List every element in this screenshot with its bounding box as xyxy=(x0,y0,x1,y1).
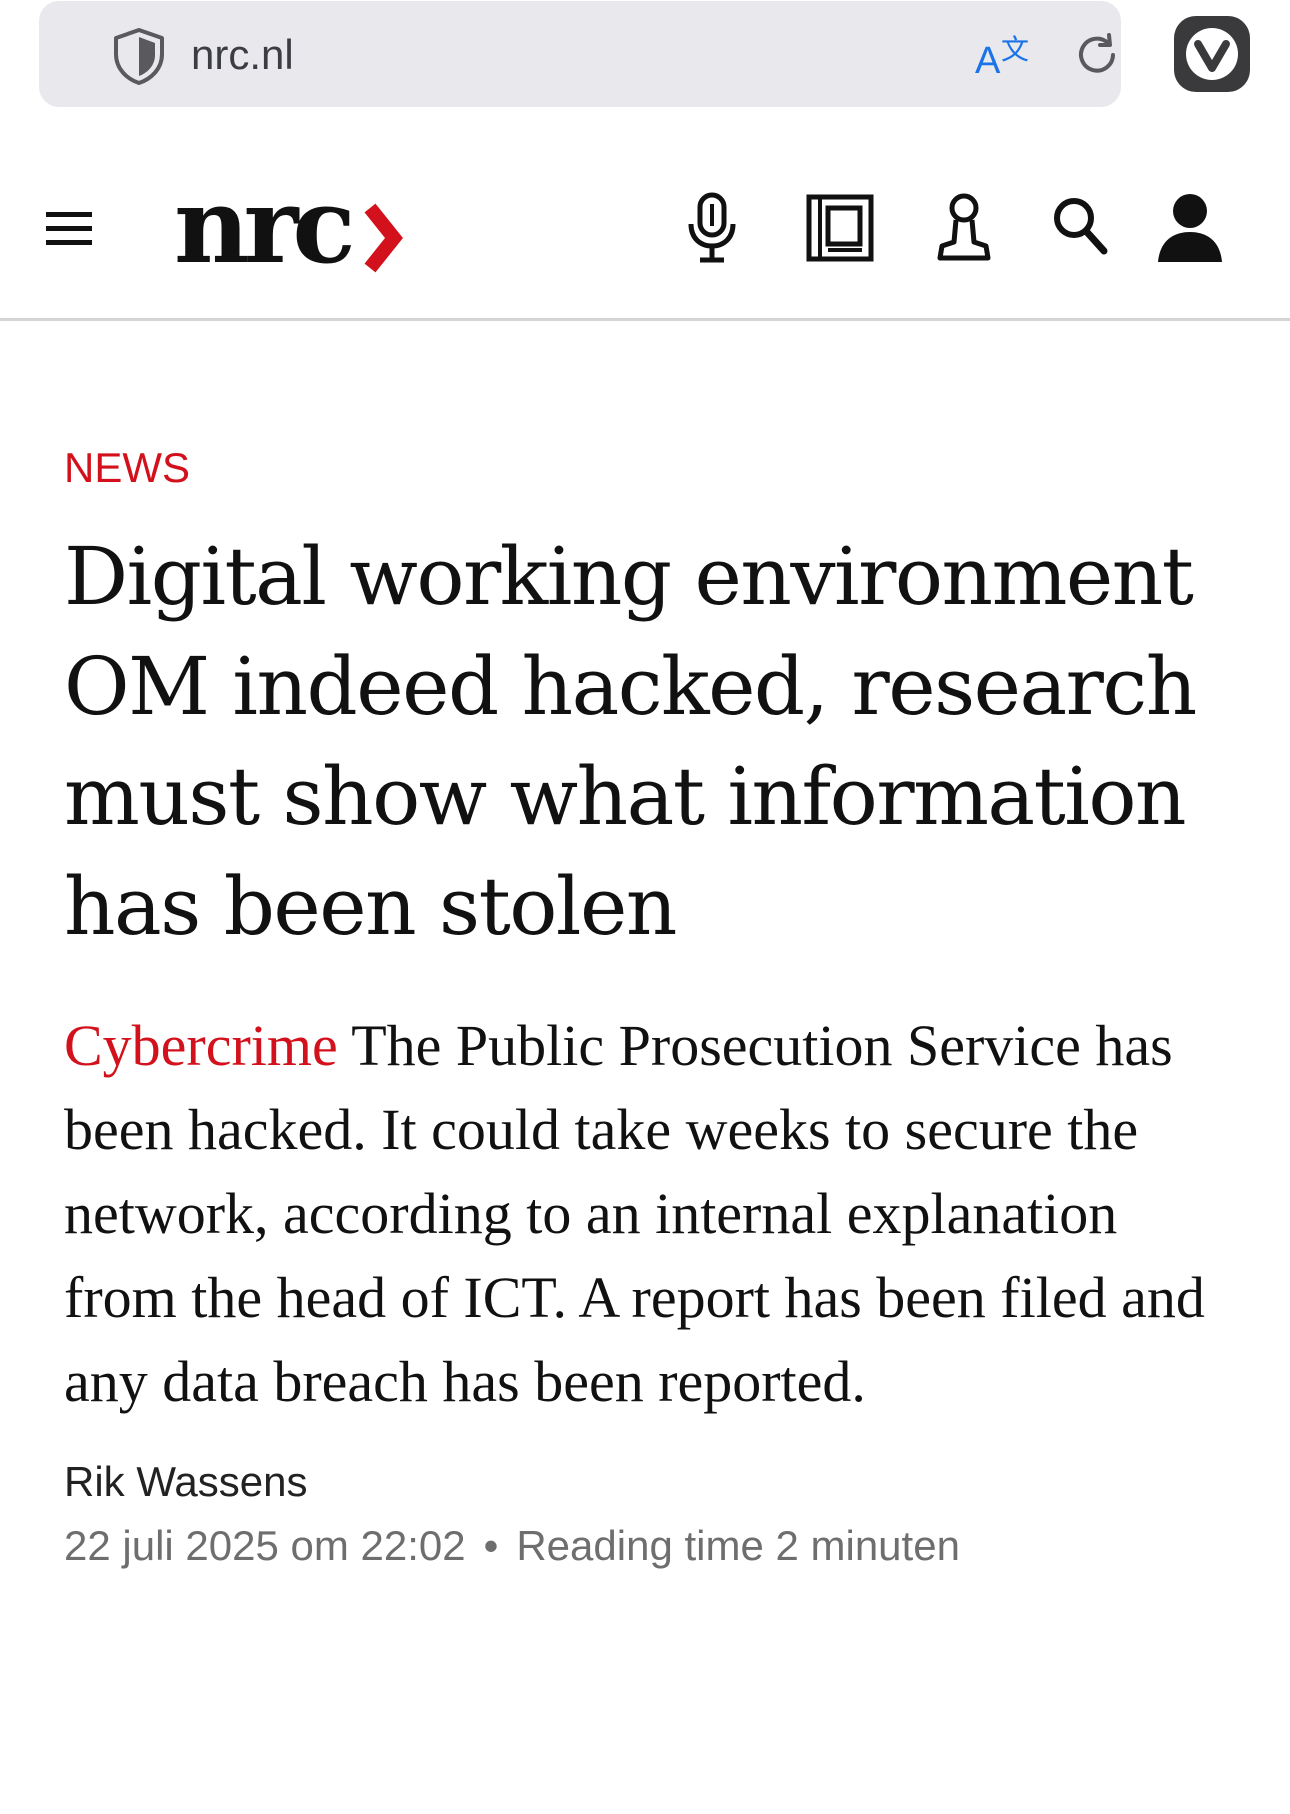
browser-address-bar: nrc.nl A 文 xyxy=(0,0,1290,130)
lead-kicker: Cybercrime xyxy=(64,1013,338,1078)
puzzle-piece-icon[interactable] xyxy=(932,192,996,264)
article-headline: Digital working environment OM indeed ha… xyxy=(64,530,1197,953)
microphone-icon[interactable] xyxy=(686,192,738,264)
article-lead: Cybercrime The Public Prosecution Servic… xyxy=(64,1004,1234,1424)
author-name[interactable]: Rik Wassens xyxy=(64,1454,1234,1510)
account-icon[interactable] xyxy=(1156,192,1224,264)
url-text[interactable]: nrc.nl xyxy=(191,29,294,81)
byline: Rik Wassens 22 juli 2025 om 22:02 • Readin… xyxy=(64,1454,1234,1574)
search-icon[interactable] xyxy=(1052,196,1108,256)
svg-text:A: A xyxy=(975,40,1001,79)
shield-icon[interactable] xyxy=(111,27,167,85)
article-category[interactable]: NEWS xyxy=(64,440,1234,496)
nrc-logo[interactable]: nrc xyxy=(174,172,424,282)
article-meta: 22 juli 2025 om 22:02 • Reading time 2 min… xyxy=(64,1518,1234,1574)
reload-icon[interactable] xyxy=(1075,31,1123,79)
logo-wordmark: nrc xyxy=(174,172,351,282)
publish-date: 22 juli 2025 om 22:02 xyxy=(64,1522,466,1569)
site-header: nrc xyxy=(0,130,1290,321)
menu-icon[interactable] xyxy=(46,208,94,248)
meta-separator: • xyxy=(483,1522,499,1569)
translate-icon[interactable]: A 文 xyxy=(975,31,1035,79)
reading-time: Reading time 2 minuten xyxy=(516,1522,960,1569)
url-field[interactable]: nrc.nl A 文 xyxy=(39,1,1121,107)
vivaldi-icon[interactable] xyxy=(1174,16,1250,92)
svg-text:文: 文 xyxy=(1001,33,1029,66)
logo-chevron-icon xyxy=(364,203,403,273)
article: NEWS Digital working environment OM inde… xyxy=(64,440,1234,1574)
newspaper-icon[interactable] xyxy=(806,194,874,262)
